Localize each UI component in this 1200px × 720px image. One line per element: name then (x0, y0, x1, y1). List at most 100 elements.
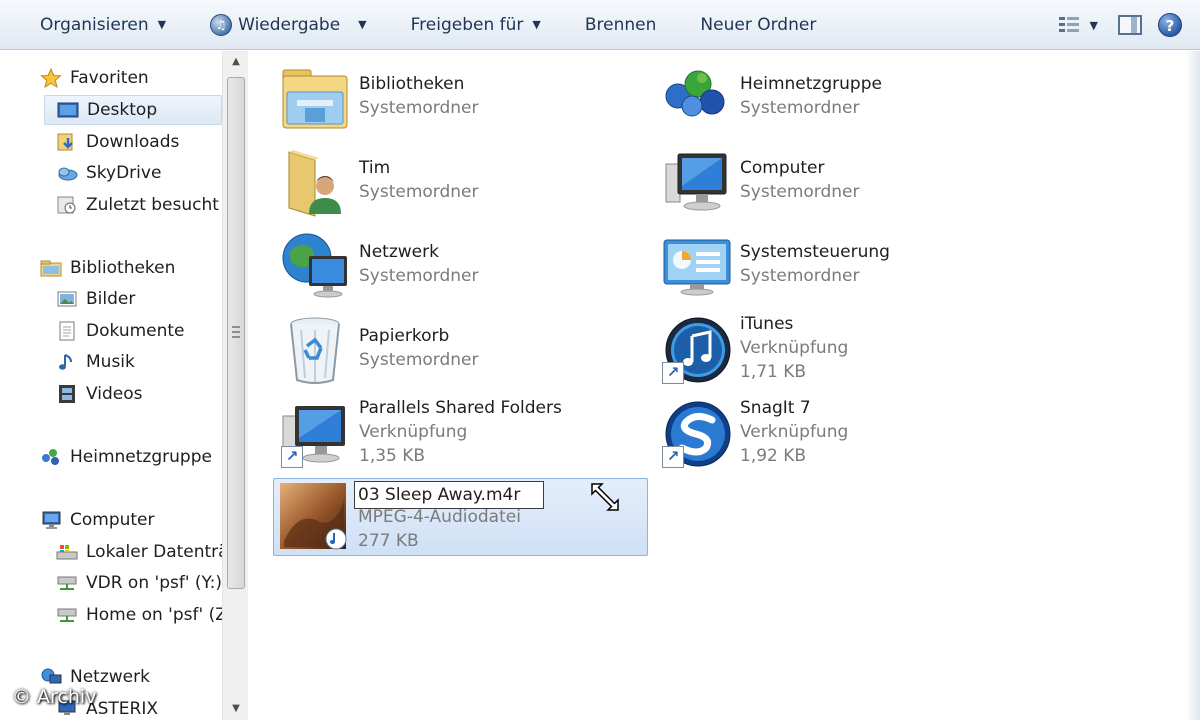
item-type: MPEG-4-Audiodatei (358, 507, 521, 527)
user-folder-icon (279, 146, 351, 218)
nav-item-label: Lokaler Datenträg (86, 542, 222, 562)
nav-libraries-label: Bibliotheken (70, 258, 176, 278)
nav-favorites[interactable]: Favoriten (40, 63, 220, 93)
computer-icon (660, 146, 732, 218)
nav-item-pictures[interactable]: Bilder (56, 284, 222, 314)
item-name: Bibliotheken (359, 74, 465, 94)
item-homegroup[interactable]: Heimnetzgruppe Systemordner (656, 60, 1028, 140)
nav-item-label: Desktop (87, 100, 158, 120)
nav-homegroup-label: Heimnetzgruppe (70, 447, 212, 467)
item-user-tim[interactable]: Tim Systemordner (275, 144, 647, 224)
navigation-pane: Favoriten Desktop Downloads SkyDrive Zul… (0, 51, 222, 720)
nav-item-skydrive[interactable]: SkyDrive (56, 158, 222, 188)
nav-item-network-drive-y[interactable]: VDR on 'psf' (Y:) (56, 568, 222, 598)
item-recycle-bin[interactable]: Papierkorb Systemordner (275, 312, 647, 392)
item-type: Systemordner (359, 182, 479, 202)
organize-button[interactable]: Organisieren ▼ (30, 7, 176, 43)
nav-item-desktop[interactable]: Desktop (44, 95, 222, 125)
snagit-icon: ↗ (660, 398, 732, 470)
downloads-folder-icon (56, 132, 78, 152)
parallels-shared-icon: ↗ (279, 398, 351, 470)
nav-computer[interactable]: Computer (40, 505, 222, 535)
network-icon (279, 230, 351, 302)
nav-item-label: Downloads (86, 132, 180, 152)
item-text: Bibliotheken Systemordner (359, 72, 479, 120)
documents-icon (56, 321, 78, 341)
chevron-down-icon: ▼ (1089, 18, 1098, 32)
item-parallels-shared-folders[interactable]: ↗ Parallels Shared Folders Verknüpfung 1… (275, 396, 647, 476)
resize-cursor-icon (588, 480, 622, 514)
film-strip-icon (56, 384, 78, 404)
network-drive-icon (56, 605, 78, 625)
item-control-panel[interactable]: Systemsteuerung Systemordner (656, 228, 1028, 308)
audio-file-icon (278, 481, 348, 551)
burn-button[interactable]: Brennen (575, 7, 667, 43)
nav-network-label: Netzwerk (70, 667, 150, 687)
nav-item-recent[interactable]: Zuletzt besucht (56, 190, 222, 220)
preview-pane-icon[interactable] (1118, 15, 1142, 35)
library-folder-icon (279, 62, 351, 134)
share-label: Freigeben für (410, 14, 524, 35)
item-type: Verknüpfung (740, 422, 849, 442)
item-network[interactable]: Netzwerk Systemordner (275, 228, 647, 308)
archive-watermark: © Archiv (12, 686, 97, 708)
item-itunes[interactable]: ↗ iTunes Verknüpfung 1,71 KB (656, 312, 1028, 392)
item-text: Tim Systemordner (359, 156, 479, 204)
pictures-icon (56, 289, 78, 309)
shortcut-arrow-icon: ↗ (662, 362, 684, 384)
change-view-button[interactable]: ▼ (1053, 7, 1102, 43)
desktop-icon (57, 100, 79, 120)
item-size: 1,71 KB (740, 362, 807, 382)
item-name: SnagIt 7 (740, 398, 811, 418)
nav-favorites-label: Favoriten (70, 68, 149, 88)
nav-homegroup[interactable]: Heimnetzgruppe (40, 442, 222, 472)
share-button[interactable]: Freigeben für ▼ (401, 7, 551, 43)
item-name: Heimnetzgruppe (740, 74, 882, 94)
item-name: Netzwerk (359, 242, 439, 262)
nav-item-label: VDR on 'psf' (Y:) (86, 573, 222, 593)
item-text: Papierkorb Systemordner (359, 324, 479, 372)
itunes-icon: ↗ (660, 314, 732, 386)
item-type: Systemordner (359, 350, 479, 370)
nav-item-downloads[interactable]: Downloads (56, 127, 222, 157)
network-icon (40, 667, 62, 687)
item-name: Papierkorb (359, 326, 450, 346)
grip-icon (232, 326, 240, 338)
nav-libraries[interactable]: Bibliotheken (40, 253, 222, 283)
item-snagit[interactable]: ↗ SnagIt 7 Verknüpfung 1,92 KB (656, 396, 1028, 476)
item-name: Systemsteuerung (740, 242, 890, 262)
homegroup-icon (40, 447, 62, 467)
new-folder-button[interactable]: Neuer Ordner (690, 7, 826, 43)
item-name: iTunes (740, 314, 794, 334)
scroll-down-arrow-icon[interactable]: ▼ (223, 698, 249, 720)
nav-scrollbar[interactable]: ▲ ▼ (222, 51, 248, 720)
nav-item-label: Zuletzt besucht (86, 195, 219, 215)
scroll-thumb[interactable] (227, 77, 245, 589)
help-icon[interactable]: ? (1158, 13, 1182, 37)
item-type: Systemordner (740, 182, 860, 202)
item-type: Systemordner (740, 98, 860, 118)
item-type: Verknüpfung (740, 338, 849, 358)
nav-item-label: Dokumente (86, 321, 185, 341)
chevron-down-icon: ▼ (157, 18, 167, 31)
nav-item-music[interactable]: Musik (56, 347, 222, 377)
shortcut-arrow-icon: ↗ (662, 446, 684, 468)
item-computer[interactable]: Computer Systemordner (656, 144, 1028, 224)
nav-item-local-disk[interactable]: Lokaler Datenträg (56, 537, 222, 567)
item-type: Systemordner (359, 98, 479, 118)
homegroup-icon (660, 62, 732, 134)
local-disk-icon (56, 542, 78, 562)
item-text: MPEG-4-Audiodatei 277 KB (358, 505, 521, 553)
scroll-up-arrow-icon[interactable]: ▲ (223, 51, 249, 73)
nav-item-label: Home on 'psf' (Z (86, 605, 222, 625)
nav-item-network-drive-z[interactable]: Home on 'psf' (Z (56, 600, 222, 630)
play-button[interactable]: ♫ Wiedergabe ▼ (200, 7, 377, 43)
nav-item-videos[interactable]: Videos (56, 379, 222, 409)
nav-item-label: Musik (86, 352, 135, 372)
nav-item-documents[interactable]: Dokumente (56, 316, 222, 346)
network-drive-icon (56, 573, 78, 593)
organize-label: Organisieren (40, 14, 149, 35)
chevron-down-icon: ▼ (358, 18, 367, 31)
play-label: Wiedergabe (238, 14, 341, 35)
item-libraries[interactable]: Bibliotheken Systemordner (275, 60, 647, 140)
